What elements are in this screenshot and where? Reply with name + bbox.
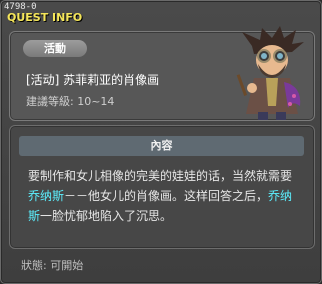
quest-name: [活动] 苏菲莉亚的肖像画: [26, 73, 160, 87]
npc-portrait-icon: [236, 26, 304, 120]
quest-content-panel: 內容 要制作和女儿相像的完美的娃娃的话，当然就需要乔纳斯－－他女儿的肖像画。这样…: [9, 125, 315, 249]
quest-status: 狀態: 可開始: [21, 259, 84, 272]
quest-summary-panel: 活動 [活动] 苏菲莉亚的肖像画 建議等級: 10~14: [9, 26, 315, 121]
quest-info-window: 4798-0 QUEST INFO 活動 [活动] 苏菲莉亚的肖像画 建議等級:…: [0, 0, 322, 284]
description-text-2: －－他女儿的肖像画。这样回答之后，: [64, 189, 269, 203]
event-badge: 活動: [23, 40, 87, 57]
description-text-1: 要制作和女儿相像的完美的娃娃的话，当然就需要: [28, 169, 293, 183]
quest-description: 要制作和女儿相像的完美的娃娃的话，当然就需要乔纳斯－－他女儿的肖像画。这样回答之…: [28, 166, 304, 226]
description-text-3: 一脸忧郁地陷入了沉思。: [40, 209, 173, 223]
content-header: 內容: [19, 136, 304, 156]
window-title: QUEST INFO: [7, 11, 83, 24]
npc-name-highlight: 乔纳斯: [28, 189, 65, 203]
recommended-level: 建議等級: 10~14: [26, 95, 115, 108]
